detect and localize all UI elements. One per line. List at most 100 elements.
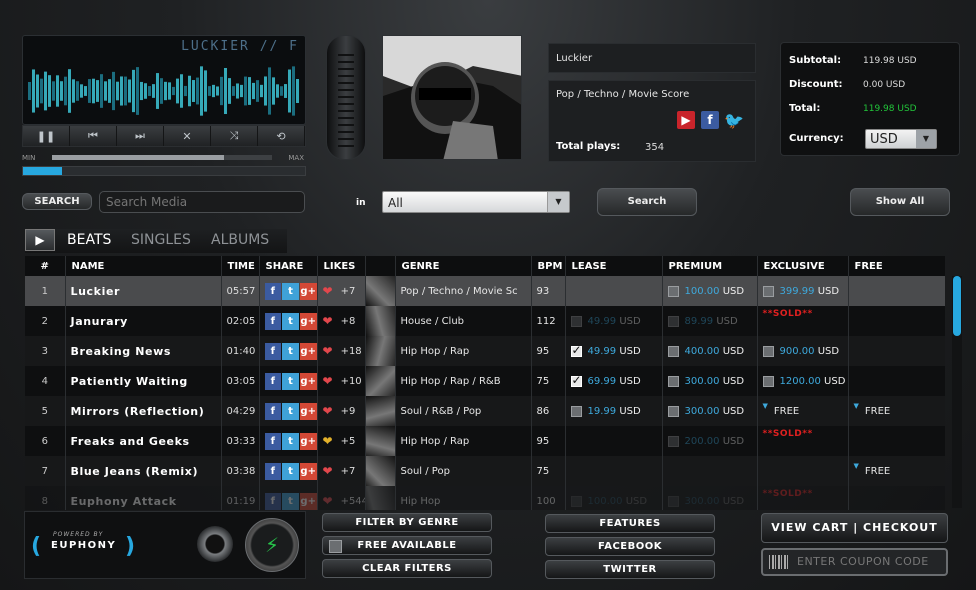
track-name[interactable]: Luckier [65,276,222,306]
col-header-bpm[interactable]: BPM [531,256,566,276]
free-download[interactable]: ▼ FREE [854,402,945,417]
lease-checkbox[interactable] [570,405,582,417]
exclusive-free[interactable]: ▼ FREE [763,402,848,417]
premium-checkbox[interactable] [667,345,679,357]
pause-button[interactable]: ❚❚ [23,126,70,146]
google-plus-share-icon[interactable]: g+ [299,492,316,510]
table-row[interactable]: 4 Patiently Waiting 03:05 f t g+ ❤ +10 H… [25,366,945,396]
repeat-button[interactable]: ⟲ [258,126,305,146]
track-name[interactable]: Breaking News [65,336,222,366]
table-row[interactable]: 6 Freaks and Geeks 03:33 f t g+ ❤ +5 Hip… [25,426,945,456]
tab-singles[interactable]: SINGLES [131,232,191,248]
search-scope-select[interactable]: All ▼ [382,191,570,213]
col-header-time[interactable]: TIME [221,256,260,276]
premium-checkbox[interactable] [667,285,679,297]
youtube-icon[interactable]: ▶ [677,111,695,129]
track-thumbnail[interactable] [365,426,394,456]
table-row[interactable]: 2 Janurary 02:05 f t g+ ❤ +8 House / Clu… [25,306,945,336]
volume-slider[interactable] [52,155,272,160]
premium-option[interactable]: 300.00 USD [667,405,757,417]
exclusive-option[interactable]: 1200.00 USD [762,375,848,387]
lease-checkbox[interactable] [570,373,582,387]
facebook-button[interactable]: FACEBOOK [545,537,715,556]
next-button[interactable]: ⏭ [117,126,164,146]
search-input[interactable] [99,191,305,213]
heart-icon[interactable]: ❤ [323,344,333,358]
google-plus-share-icon[interactable]: g+ [299,282,316,300]
twitter-share-icon[interactable]: t [282,372,299,390]
tab-beats[interactable]: BEATS [67,232,111,248]
premium-option[interactable]: 400.00 USD [667,345,757,357]
track-thumbnail[interactable] [365,336,394,366]
track-thumbnail[interactable] [365,306,394,336]
exclusive-option[interactable]: 399.99 USD [762,285,848,297]
table-scrollbar[interactable] [952,276,962,508]
col-header-name[interactable]: NAME [65,256,222,276]
google-plus-share-icon[interactable]: g+ [299,462,316,480]
close-button[interactable]: ✕ [164,126,211,146]
facebook-share-icon[interactable]: f [264,342,282,360]
lease-checkbox[interactable] [570,343,582,357]
ring-knob[interactable] [197,526,233,562]
facebook-share-icon[interactable]: f [264,282,282,300]
scroll-wheel-knob[interactable] [326,35,366,160]
google-plus-share-icon[interactable]: g+ [299,372,316,390]
twitter-share-icon[interactable]: t [282,432,299,450]
google-plus-share-icon[interactable]: g+ [299,402,316,420]
table-row[interactable]: 7 Blue Jeans (Remix) 03:38 f t g+ ❤ +7 S… [25,456,945,486]
google-plus-share-icon[interactable]: g+ [299,312,316,330]
track-name[interactable]: Freaks and Geeks [65,426,222,456]
heart-icon[interactable]: ❤ [323,314,333,328]
lease-option[interactable]: 19.99 USD [570,405,662,417]
facebook-share-icon[interactable]: f [264,372,282,390]
show-all-button[interactable]: Show All [850,188,950,216]
facebook-share-icon[interactable]: f [264,492,282,510]
twitter-share-icon[interactable]: t [282,342,299,360]
twitter-share-icon[interactable]: t [282,312,299,330]
premium-checkbox[interactable] [667,375,679,387]
play-all-button[interactable]: ▶ [25,229,55,251]
track-thumbnail[interactable] [365,456,394,486]
search-button[interactable]: Search [597,188,697,216]
free-download[interactable]: ▼ FREE [854,462,945,477]
twitter-button[interactable]: TWITTER [545,560,715,579]
free-available-checkbox[interactable] [329,540,342,553]
twitter-share-icon[interactable]: t [282,282,299,300]
table-row[interactable]: 5 Mirrors (Reflection) 04:29 f t g+ ❤ +9… [25,396,945,426]
free-available-toggle[interactable]: FREE AVAILABLE [322,536,492,555]
heart-icon[interactable]: ❤ [323,374,333,388]
track-name[interactable]: Euphony Attack [65,486,222,510]
coupon-code-input[interactable]: ENTER COUPON CODE [761,548,948,576]
shuffle-button[interactable]: ⤨ [211,126,258,146]
lease-option[interactable]: 49.99 USD [570,343,662,357]
table-row[interactable]: 8 Euphony Attack 01:19 f t g+ ❤ +544 Hip… [25,486,945,510]
table-row[interactable]: 3 Breaking News 01:40 f t g+ ❤ +18 Hip H… [25,336,945,366]
heart-icon[interactable]: ❤ [323,404,333,418]
clear-filters-button[interactable]: CLEAR FILTERS [322,559,492,578]
track-thumbnail[interactable] [365,366,394,396]
exclusive-checkbox[interactable] [762,375,774,387]
premium-option[interactable]: 300.00 USD [667,375,757,387]
heart-icon[interactable]: ❤ [323,494,333,508]
currency-select[interactable]: USD ▼ [865,129,937,149]
facebook-share-icon[interactable]: f [264,462,282,480]
power-knob-icon[interactable]: ⚡ [245,518,299,572]
lease-option[interactable]: 69.99 USD [570,373,662,387]
exclusive-option[interactable]: 900.00 USD [762,345,848,357]
table-row[interactable]: 1 Luckier 05:57 f t g+ ❤ +7 Pop / Techno… [25,276,945,306]
previous-button[interactable]: ⏮ [70,126,117,146]
tab-albums[interactable]: ALBUMS [211,232,269,248]
twitter-icon[interactable]: 🐦 [724,111,744,130]
track-thumbnail[interactable] [365,396,394,426]
track-thumbnail[interactable] [365,276,394,306]
exclusive-checkbox[interactable] [762,345,774,357]
heart-icon[interactable]: ❤ [323,434,333,448]
twitter-share-icon[interactable]: t [282,492,299,510]
progress-bar[interactable] [22,166,306,176]
col-header-likes[interactable]: LIKES [317,256,366,276]
filter-by-genre-button[interactable]: FILTER BY GENRE [322,513,492,532]
heart-icon[interactable]: ❤ [323,464,333,478]
premium-checkbox[interactable] [667,405,679,417]
premium-option[interactable]: 100.00 USD [667,285,757,297]
features-button[interactable]: FEATURES [545,514,715,533]
